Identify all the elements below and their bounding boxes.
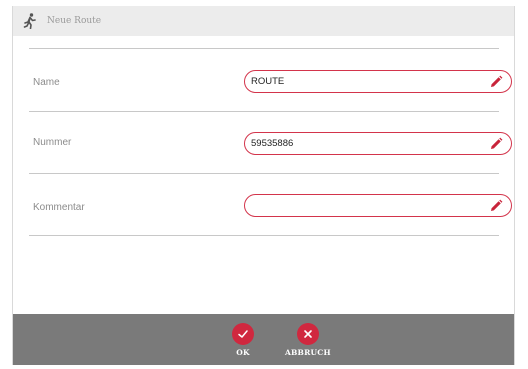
dialog-header: Neue Route bbox=[13, 6, 514, 36]
pencil-icon[interactable] bbox=[485, 71, 507, 93]
divider bbox=[29, 173, 499, 174]
divider bbox=[29, 111, 499, 112]
running-person-icon bbox=[22, 13, 38, 29]
name-label: Name bbox=[33, 77, 60, 88]
divider bbox=[29, 235, 499, 236]
cancel-label[interactable]: ABBRUCH bbox=[285, 348, 331, 357]
ok-button[interactable]: OK bbox=[232, 323, 254, 357]
name-field[interactable]: ROUTE bbox=[244, 70, 512, 93]
kommentar-label: Kommentar bbox=[33, 202, 85, 213]
nummer-label: Nummer bbox=[33, 137, 72, 148]
divider bbox=[29, 48, 499, 49]
dialog-footer: OK ABBRUCH bbox=[13, 314, 514, 365]
dialog-title: Neue Route bbox=[47, 16, 102, 26]
pencil-icon[interactable] bbox=[485, 133, 507, 155]
pencil-icon[interactable] bbox=[485, 195, 507, 217]
nummer-field[interactable]: 59535886 bbox=[244, 132, 512, 155]
kommentar-field[interactable] bbox=[244, 194, 512, 217]
ok-label[interactable]: OK bbox=[236, 348, 249, 357]
new-route-dialog: Neue Route Name ROUTE Nummer 59535886 Ko… bbox=[12, 6, 515, 365]
name-value[interactable]: ROUTE bbox=[245, 76, 485, 87]
cancel-button[interactable]: ABBRUCH bbox=[285, 323, 331, 357]
close-icon[interactable] bbox=[296, 323, 319, 345]
checkmark-icon[interactable] bbox=[232, 323, 254, 345]
nummer-value[interactable]: 59535886 bbox=[245, 138, 485, 149]
